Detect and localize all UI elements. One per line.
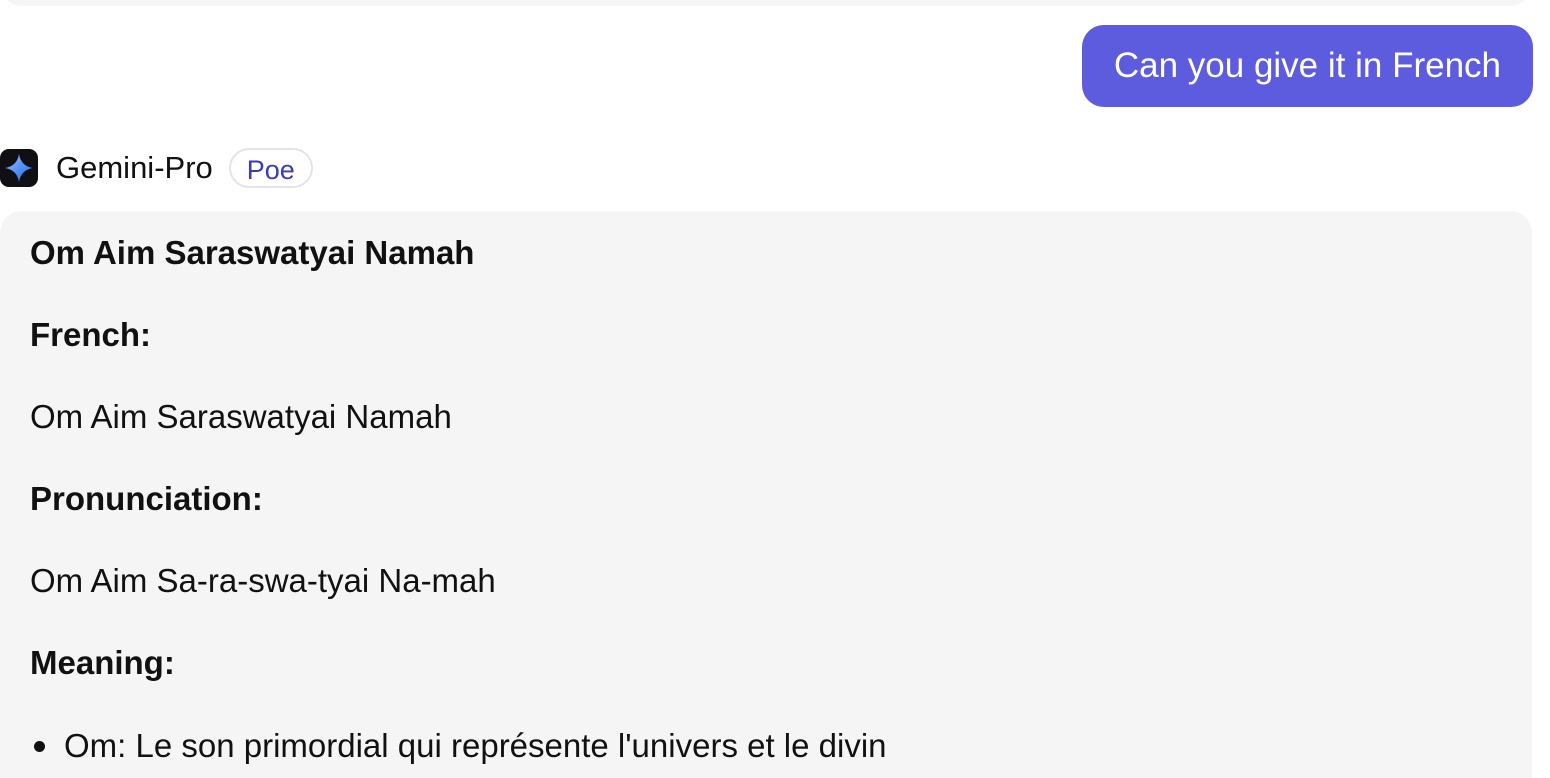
french-heading: French: [30,316,152,353]
meaning-heading: Meaning: [30,644,175,681]
pronunciation-text: Om Aim Sa-ra-swa-tyai Na-mah [30,562,496,599]
previous-bot-message-bubble [0,0,1532,6]
bot-header: Gemini-Pro Poe [0,147,313,189]
user-message-bubble: Can you give it in French [1081,25,1533,107]
meaning-item-text: Om: Le son primordial qui représente l'u… [64,727,887,764]
gemini-sparkle-icon[interactable] [0,149,38,187]
french-text: Om Aim Saraswatyai Namah [30,398,452,435]
bot-name[interactable]: Gemini-Pro [56,150,213,186]
bullet-dot [34,741,45,752]
meaning-list-item: Om: Le son primordial qui représente l'u… [34,726,887,766]
chat-page: Can you give it in French Gemini-Pro Poe… [0,0,1550,778]
user-message-row: Can you give it in French [1081,25,1533,107]
pronunciation-heading: Pronunciation: [30,480,263,517]
message-title: Om Aim Saraswatyai Namah [30,234,475,271]
sparkle-icon-graphic [5,154,33,182]
bot-message-bubble: Om Aim Saraswatyai Namah French: Om Aim … [0,211,1532,778]
bot-provider-badge[interactable]: Poe [228,148,313,188]
